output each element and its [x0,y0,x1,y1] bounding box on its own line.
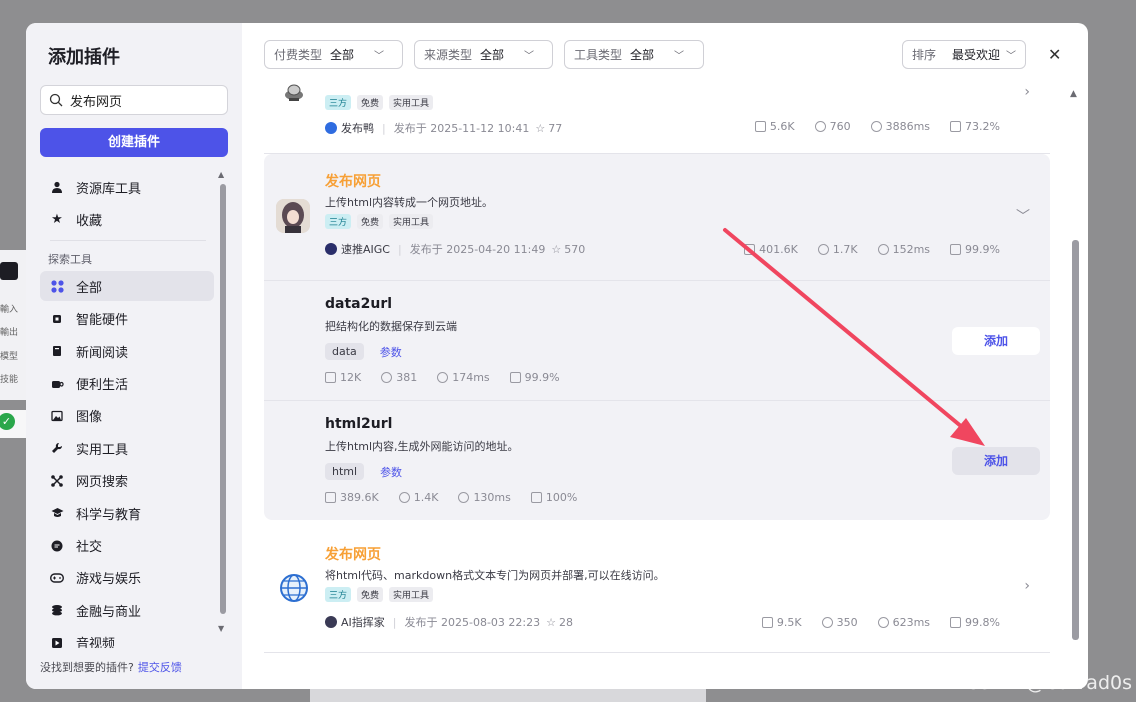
annotation-arrow [723,228,985,446]
watermark: CSDN @Calvad0s [965,672,1132,694]
